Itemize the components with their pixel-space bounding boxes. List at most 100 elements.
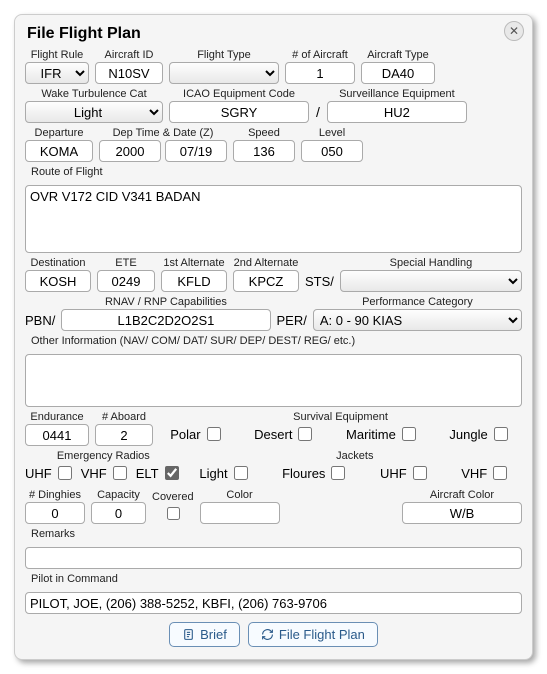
dep-date-input[interactable]: [165, 140, 227, 162]
dinghies-label: # Dinghies: [29, 489, 81, 501]
sts-prefix: STS/: [305, 274, 334, 292]
pbn-prefix: PBN/: [25, 313, 55, 331]
desert-label: Desert: [254, 427, 292, 442]
num-aircraft-label: # of Aircraft: [292, 49, 348, 61]
pic-input[interactable]: [25, 592, 522, 614]
special-select[interactable]: [340, 270, 522, 292]
dinghies-input[interactable]: [25, 502, 85, 524]
aircraft-type-input[interactable]: [361, 62, 435, 84]
endurance-label: Endurance: [30, 411, 83, 423]
level-input[interactable]: [301, 140, 363, 162]
jacket-vhf-checkbox[interactable]: [493, 466, 507, 480]
dinghy-color-label: Color: [226, 489, 252, 501]
file-plan-button-label: File Flight Plan: [279, 627, 365, 642]
covered-label: Covered: [152, 491, 194, 503]
radio-uhf-checkbox[interactable]: [58, 466, 72, 480]
destination-input[interactable]: [25, 270, 91, 292]
remarks-input[interactable]: [25, 547, 522, 569]
icao-equip-label: ICAO Equipment Code: [183, 88, 295, 100]
dinghy-color-input[interactable]: [200, 502, 280, 524]
endurance-input[interactable]: [25, 424, 89, 446]
perf-cat-select[interactable]: A: 0 - 90 KIAS: [313, 309, 522, 331]
maritime-label: Maritime: [346, 427, 396, 442]
alt2-input[interactable]: [233, 270, 299, 292]
file-flight-plan-dialog: ✕ File Flight Plan Flight Rule IFR Aircr…: [14, 14, 533, 660]
capacity-label: Capacity: [97, 489, 140, 501]
alt1-input[interactable]: [161, 270, 227, 292]
rnav-input[interactable]: [61, 309, 270, 331]
rnav-label: RNAV / RNP Capabilities: [105, 296, 227, 308]
alt2-label: 2nd Alternate: [234, 257, 299, 269]
perf-cat-label: Performance Category: [362, 296, 473, 308]
close-button[interactable]: ✕: [504, 21, 524, 41]
jacket-floures-label: Floures: [282, 466, 325, 481]
radio-vhf-label: VHF: [81, 466, 107, 481]
document-icon: [182, 628, 195, 641]
other-info-input[interactable]: [25, 354, 522, 407]
pic-label: Pilot in Command: [31, 573, 118, 585]
radio-elt-label: ELT: [136, 466, 159, 481]
file-plan-button[interactable]: File Flight Plan: [248, 622, 378, 647]
jacket-light-label: Light: [199, 466, 227, 481]
surv-equip-input[interactable]: [327, 101, 467, 123]
jacket-uhf-checkbox[interactable]: [413, 466, 427, 480]
refresh-icon: [261, 628, 274, 641]
aboard-input[interactable]: [95, 424, 153, 446]
jacket-light-checkbox[interactable]: [234, 466, 248, 480]
flight-rule-label: Flight Rule: [31, 49, 84, 61]
ac-color-label: Aircraft Color: [430, 489, 494, 501]
ete-input[interactable]: [97, 270, 155, 292]
wake-cat-select[interactable]: Light: [25, 101, 163, 123]
flight-type-select[interactable]: [169, 62, 279, 84]
desert-checkbox[interactable]: [298, 427, 312, 441]
departure-label: Departure: [35, 127, 84, 139]
emerg-radios-label: Emergency Radios: [57, 450, 150, 462]
aircraft-type-label: Aircraft Type: [367, 49, 429, 61]
polar-checkbox[interactable]: [207, 427, 221, 441]
wake-cat-label: Wake Turbulence Cat: [41, 88, 146, 100]
aboard-label: # Aboard: [102, 411, 146, 423]
speed-input[interactable]: [233, 140, 295, 162]
flight-rule-select[interactable]: IFR: [25, 62, 89, 84]
jackets-label: Jackets: [336, 450, 373, 462]
jungle-label: Jungle: [449, 427, 487, 442]
covered-checkbox[interactable]: [167, 507, 180, 520]
departure-input[interactable]: [25, 140, 93, 162]
dep-time-input[interactable]: [99, 140, 161, 162]
radio-vhf-checkbox[interactable]: [113, 466, 127, 480]
aircraft-id-input[interactable]: [95, 62, 163, 84]
maritime-checkbox[interactable]: [402, 427, 416, 441]
flight-type-label: Flight Type: [197, 49, 251, 61]
brief-button-label: Brief: [200, 627, 227, 642]
jungle-checkbox[interactable]: [494, 427, 508, 441]
radio-uhf-label: UHF: [25, 466, 52, 481]
dep-time-label: Dep Time & Date (Z): [113, 127, 214, 139]
special-label: Special Handling: [390, 257, 473, 269]
per-prefix: PER/: [277, 313, 307, 331]
num-aircraft-input[interactable]: [285, 62, 355, 84]
jacket-floures-checkbox[interactable]: [331, 466, 345, 480]
alt1-label: 1st Alternate: [163, 257, 224, 269]
brief-button[interactable]: Brief: [169, 622, 240, 647]
ac-color-input[interactable]: [402, 502, 522, 524]
ete-label: ETE: [115, 257, 136, 269]
slash-separator: /: [315, 104, 321, 123]
polar-label: Polar: [170, 427, 200, 442]
jacket-vhf-label: VHF: [461, 466, 487, 481]
aircraft-id-label: Aircraft ID: [105, 49, 154, 61]
destination-label: Destination: [30, 257, 85, 269]
icao-equip-input[interactable]: [169, 101, 309, 123]
capacity-input[interactable]: [91, 502, 146, 524]
jacket-uhf-label: UHF: [380, 466, 407, 481]
survival-label: Survival Equipment: [293, 411, 388, 423]
remarks-label: Remarks: [31, 528, 75, 540]
route-label: Route of Flight: [31, 166, 103, 178]
route-input[interactable]: [25, 185, 522, 253]
surv-equip-label: Surveillance Equipment: [339, 88, 455, 100]
speed-label: Speed: [248, 127, 280, 139]
dialog-title: File Flight Plan: [27, 25, 522, 43]
level-label: Level: [319, 127, 345, 139]
radio-elt-checkbox[interactable]: [165, 466, 179, 480]
other-info-label: Other Information (NAV/ COM/ DAT/ SUR/ D…: [31, 335, 355, 347]
close-icon: ✕: [509, 25, 519, 37]
